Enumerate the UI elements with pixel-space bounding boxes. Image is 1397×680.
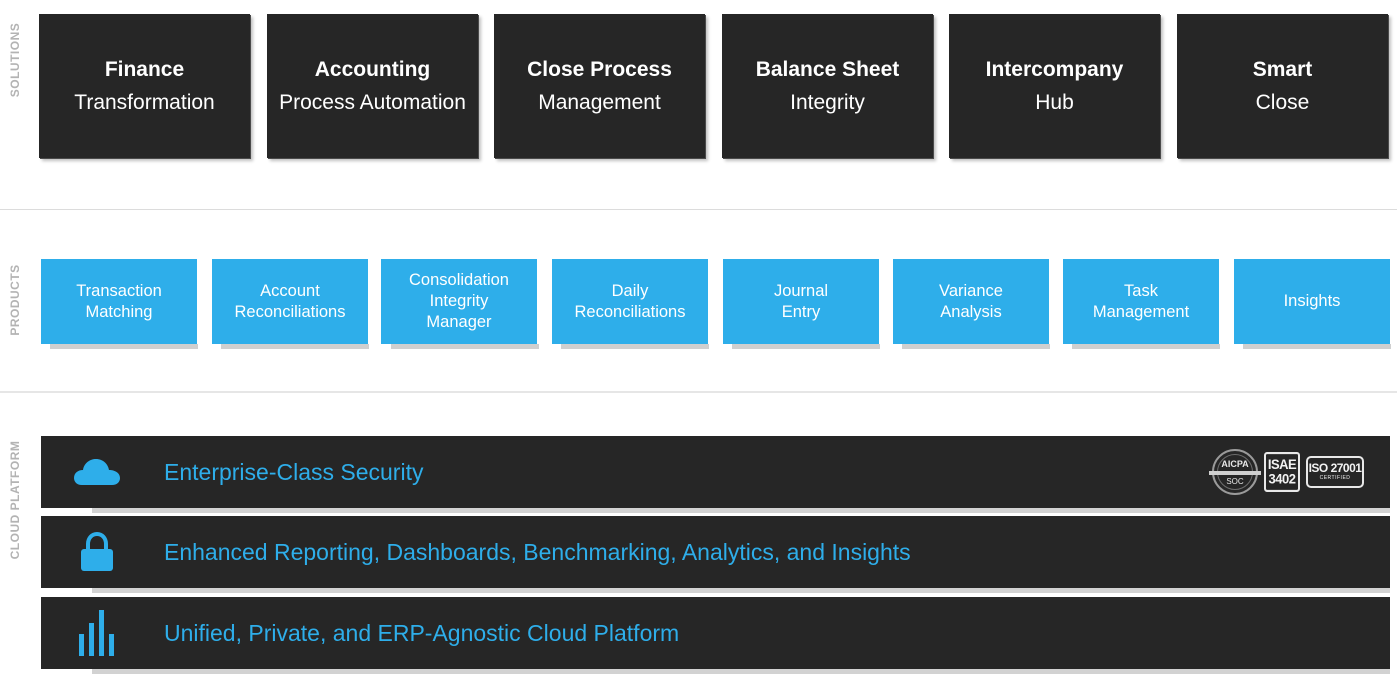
product-card-shadow	[50, 344, 198, 349]
product-card-journal-entry[interactable]: Journal Entry	[723, 259, 879, 344]
solution-title: Smart	[1252, 58, 1313, 81]
solution-title: Accounting	[314, 58, 431, 81]
platform-bar-reporting[interactable]: Enhanced Reporting, Dashboards, Benchmar…	[41, 516, 1390, 588]
platform-bar-shadow	[92, 588, 1390, 593]
solution-card-smart-close[interactable]: Smart Close	[1177, 14, 1388, 158]
solution-card-finance-transformation[interactable]: Finance Transformation	[39, 14, 250, 158]
aicpa-soc-badge: AICPA SOC	[1209, 449, 1261, 495]
solution-subtitle: Process Automation	[279, 91, 466, 114]
solution-subtitle: Close	[1255, 91, 1310, 114]
product-card-shadow	[221, 344, 369, 349]
product-card-shadow	[732, 344, 880, 349]
platform-text-cloud-platform: Unified, Private, and ERP-Agnostic Cloud…	[164, 620, 680, 646]
solution-subtitle: Management	[538, 91, 661, 114]
divider-products-platform	[0, 391, 1397, 393]
solution-card-balance-sheet-integrity[interactable]: Balance Sheet Integrity	[722, 14, 933, 158]
platform-bar-security[interactable]: Enterprise-Class Security AICPA SOC ISAE…	[41, 436, 1390, 508]
product-card-shadow	[1072, 344, 1220, 349]
solution-card-accounting-process-automation[interactable]: Accounting Process Automation	[267, 14, 478, 158]
platform-text-reporting: Enhanced Reporting, Dashboards, Benchmar…	[164, 539, 911, 565]
lock-icon	[73, 532, 121, 572]
isae-3402-badge: ISAE 3402	[1264, 452, 1300, 492]
platform-text-security: Enterprise-Class Security	[164, 459, 424, 485]
solution-subtitle: Transformation	[74, 91, 215, 114]
platform-bar-shadow	[92, 508, 1390, 513]
solution-card-intercompany-hub[interactable]: Intercompany Hub	[949, 14, 1160, 158]
product-card-insights[interactable]: Insights	[1234, 259, 1390, 344]
solution-title: Balance Sheet	[755, 58, 900, 81]
divider-solutions-products	[0, 209, 1397, 210]
product-card-shadow	[1243, 344, 1391, 349]
solution-title: Finance	[104, 58, 185, 81]
cloud-icon	[73, 452, 121, 492]
solutions-section-label: SOLUTIONS	[8, 22, 22, 98]
product-card-shadow	[902, 344, 1050, 349]
bar-chart-icon	[73, 610, 121, 656]
solution-title: Intercompany	[985, 58, 1124, 81]
certification-badges: AICPA SOC ISAE 3402 ISO 27001 CERTIFIED	[1209, 449, 1364, 495]
product-card-task-management[interactable]: Task Management	[1063, 259, 1219, 344]
solution-title: Close Process	[527, 58, 672, 81]
product-card-transaction-matching[interactable]: Transaction Matching	[41, 259, 197, 344]
solution-subtitle: Integrity	[790, 91, 865, 114]
products-section-label: PRODUCTS	[8, 264, 22, 336]
product-card-consolidation-integrity-manager[interactable]: Consolidation Integrity Manager	[381, 259, 537, 344]
platform-bar-shadow	[92, 669, 1390, 674]
product-card-shadow	[391, 344, 539, 349]
solution-card-close-process-management[interactable]: Close Process Management	[494, 14, 705, 158]
product-card-account-reconciliations[interactable]: Account Reconciliations	[212, 259, 368, 344]
product-card-daily-reconciliations[interactable]: Daily Reconciliations	[552, 259, 708, 344]
product-card-variance-analysis[interactable]: Variance Analysis	[893, 259, 1049, 344]
solution-subtitle: Hub	[1035, 91, 1074, 114]
iso-27001-badge: ISO 27001 CERTIFIED	[1306, 456, 1364, 488]
solutions-products-platform-diagram: SOLUTIONS PRODUCTS CLOUD PLATFORM Financ…	[0, 0, 1397, 680]
product-card-shadow	[561, 344, 709, 349]
platform-section-label: CLOUD PLATFORM	[8, 440, 22, 560]
platform-bar-cloud-platform[interactable]: Unified, Private, and ERP-Agnostic Cloud…	[41, 597, 1390, 669]
